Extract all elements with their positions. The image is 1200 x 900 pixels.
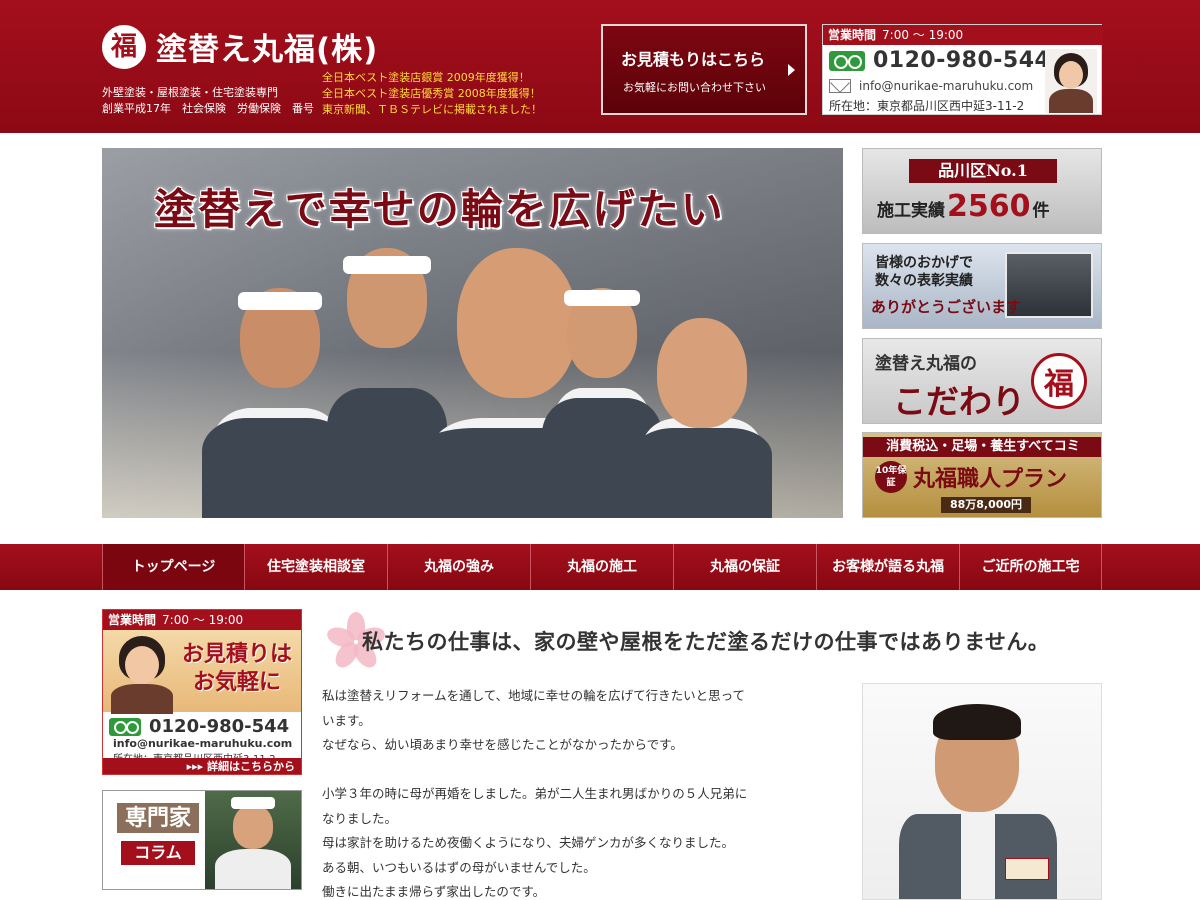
banner-craftsman-plan[interactable]: 消費税込・足場・養生すべてコミ 10年保証 丸福職人プラン 88万8,000円 <box>862 432 1102 518</box>
sidebar-hours-value: 7:00 〜 19:00 <box>162 613 244 627</box>
banner-kodawari-line-1: 塗替え丸福の <box>875 354 977 374</box>
hero-worker-5 <box>622 308 782 518</box>
site-header: 福 塗替え丸福(株) 外壁塗装・屋根塗装・住宅塗装専門 創業平成17年 社会保険… <box>0 0 1200 133</box>
hours-value: 7:00 〜 19:00 <box>882 28 964 42</box>
operator-photo <box>1045 49 1097 113</box>
main-body-text: 私は塗替えリフォームを通して、地域に幸せの輪を広げて行きたいと思って います。 … <box>322 684 802 900</box>
email-address: info@nurikae-maruhuku.com <box>859 79 1034 93</box>
sidebar-promo-text: お見積りは お気軽に <box>177 640 297 696</box>
sidebar-business-hours: 営業時間 7:00 〜 19:00 <box>103 610 301 630</box>
freedial-icon <box>109 717 141 736</box>
award-line-1: 全日本ベスト塗装店銀賞 2009年度獲得！ <box>322 71 530 84</box>
estimate-button-title: お見積もりはこちら <box>621 50 766 69</box>
expert-photo <box>205 791 301 889</box>
sidebar-phone: 0120-980-544 <box>109 716 289 737</box>
freedial-icon <box>829 50 865 71</box>
expert-column-banner[interactable]: 専門家 コラム <box>102 790 302 890</box>
banner-awards-line-2: 数々の表彰実績 <box>875 273 973 289</box>
sidebar-email: info@nurikae-maruhuku.com <box>113 737 293 750</box>
banner-kodawari-line-2: こだわり <box>893 382 1025 421</box>
sidebar-promo-line-2: お気軽に <box>192 669 281 695</box>
award-line-2: 全日本ベスト塗装店優秀賞 2008年度獲得！ <box>322 87 541 100</box>
logo-seal-icon: 福 <box>102 24 146 69</box>
banner-awards-line-1: 皆様のおかげで <box>875 255 973 271</box>
estimate-button[interactable]: お見積もりはこちら お気軽にお問い合わせ下さい <box>601 24 807 115</box>
body-line: なりました。 <box>322 810 398 826</box>
banner-shinagawa-no1[interactable]: 品川区No.1 施工実績2560 件 <box>862 148 1102 234</box>
banner-no1-title: 品川区No.1 <box>909 159 1057 183</box>
site-logo[interactable]: 福 塗替え丸福(株) <box>102 24 378 69</box>
address: 所在地：東京都品川区西中延3-11-2 <box>829 99 1025 113</box>
phone-number-link[interactable]: 0120-980-544 <box>829 48 1050 73</box>
record-count: 2560 <box>947 189 1031 224</box>
body-line: なぜなら、幼い頃あまり幸せを感じたことがなかったからです。 <box>322 737 683 752</box>
header-contact-box: 営業時間 7:00 〜 19:00 0120-980-544 info@nurik… <box>822 24 1103 115</box>
sidebar-hours-label: 営業時間 <box>108 613 157 627</box>
body-line: 母は家計を助けるため夜働くようになり、夫婦ゲンカが多くなりました。 <box>322 835 735 850</box>
nav-item-top[interactable]: トップページ <box>102 544 245 590</box>
logo-seal-char: 福 <box>110 31 137 62</box>
nav-item-testimonials[interactable]: お客様が語る丸福 <box>817 544 960 590</box>
award-line-3: 東京新聞、ＴＢＳテレビに掲載されました！ <box>322 103 542 116</box>
nav-item-nearby-works[interactable]: ご近所の施工宅 <box>960 544 1102 590</box>
vest-logo <box>1005 858 1049 880</box>
body-line: います。 <box>322 712 371 728</box>
body-line: 私は塗替えリフォームを通して、地域に幸せの輪を広げて行きたいと思って <box>322 688 746 703</box>
banner-no1-record: 施工実績2560 件 <box>877 189 1050 224</box>
estimate-button-subtitle: お気軽にお問い合わせ下さい <box>623 81 766 94</box>
banner-plan-name: 丸福職人プラン <box>913 466 1068 492</box>
site-title: 塗替え丸福(株) <box>156 32 379 68</box>
arrow-right-icon <box>788 64 795 76</box>
email-link[interactable]: info@nurikae-maruhuku.com <box>829 79 1033 93</box>
business-hours: 営業時間 7:00 〜 19:00 <box>823 25 1103 45</box>
nav-item-warranty[interactable]: 丸福の保証 <box>674 544 817 590</box>
sidebar-more-link[interactable]: ▸▸▸ 詳細はこちらから <box>103 758 301 774</box>
main-headline-block: 私たちの仕事は、家の壁や屋根をただ塗るだけの仕事ではありません。 <box>322 608 1102 672</box>
hours-label: 営業時間 <box>828 28 877 42</box>
sidebar-estimate-promo: お見積りは お気軽に <box>103 630 301 714</box>
warranty-badge: 10年保証 <box>875 461 907 493</box>
column-label: コラム <box>121 841 195 865</box>
operator-photo <box>109 636 175 714</box>
phone-number: 0120-980-544 <box>873 48 1051 73</box>
page: 福 塗替え丸福(株) 外壁塗装・屋根塗装・住宅塗装専門 創業平成17年 社会保険… <box>0 0 1200 900</box>
president-photo <box>862 683 1102 900</box>
tagline: 外壁塗装・屋根塗装・住宅塗装専門 創業平成17年 社会保険 労働保険 番号 <box>102 85 314 117</box>
banner-awards-text: 皆様のおかげで 数々の表彰実績 <box>875 254 973 290</box>
main-headline: 私たちの仕事は、家の壁や屋根をただ塗るだけの仕事ではありません。 <box>362 629 1050 654</box>
hero-banner-text: 塗替えで幸せの輪を広げたい <box>154 185 725 234</box>
sidebar-contact-banner[interactable]: 営業時間 7:00 〜 19:00 お見積りは お気軽に 0120-980-544… <box>102 609 302 775</box>
banner-awards-thanks: ありがとうございます <box>871 298 1022 316</box>
body-line: 働きに出たまま帰らず家出したのです。 <box>322 884 546 899</box>
body-line: 小学３年の時に母が再婚をしました。弟が二人生まれ男ばかりの５人兄弟に <box>322 786 748 801</box>
nav-item-consultation[interactable]: 住宅塗装相談室 <box>245 544 388 590</box>
fuku-seal-icon: 福 <box>1031 353 1087 409</box>
record-label: 施工実績 <box>877 201 945 221</box>
record-unit: 件 <box>1032 201 1050 221</box>
nav-item-construction[interactable]: 丸福の施工 <box>531 544 674 590</box>
banner-plan-price: 88万8,000円 <box>941 497 1031 513</box>
banner-plan-line-1: 消費税込・足場・養生すべてコミ <box>863 437 1101 457</box>
global-nav: トップページ 住宅塗装相談室 丸福の強み 丸福の施工 丸福の保証 お客様が語る丸… <box>0 544 1200 590</box>
banner-kodawari[interactable]: 塗替え丸福の こだわり 福 <box>862 338 1102 424</box>
body-line: ある朝、いつもいるはずの母がいませんでした。 <box>322 859 596 875</box>
tagline-line-1: 外壁塗装・屋根塗装・住宅塗装専門 <box>102 86 278 99</box>
hero-image: 塗替えで幸せの輪を広げたい <box>102 148 843 518</box>
expert-label: 専門家 <box>117 803 199 833</box>
banner-awards[interactable]: 皆様のおかげで 数々の表彰実績 ありがとうございます <box>862 243 1102 329</box>
awards-list: 全日本ベスト塗装店銀賞 2009年度獲得！ 全日本ベスト塗装店優秀賞 2008年… <box>322 70 542 118</box>
sidebar-promo-line-1: お見積りは <box>181 641 292 667</box>
mail-icon <box>829 79 851 93</box>
sidebar-phone-number: 0120-980-544 <box>149 716 290 737</box>
tagline-line-2: 創業平成17年 社会保険 労働保険 番号 <box>102 102 314 115</box>
nav-item-strengths[interactable]: 丸福の強み <box>388 544 531 590</box>
